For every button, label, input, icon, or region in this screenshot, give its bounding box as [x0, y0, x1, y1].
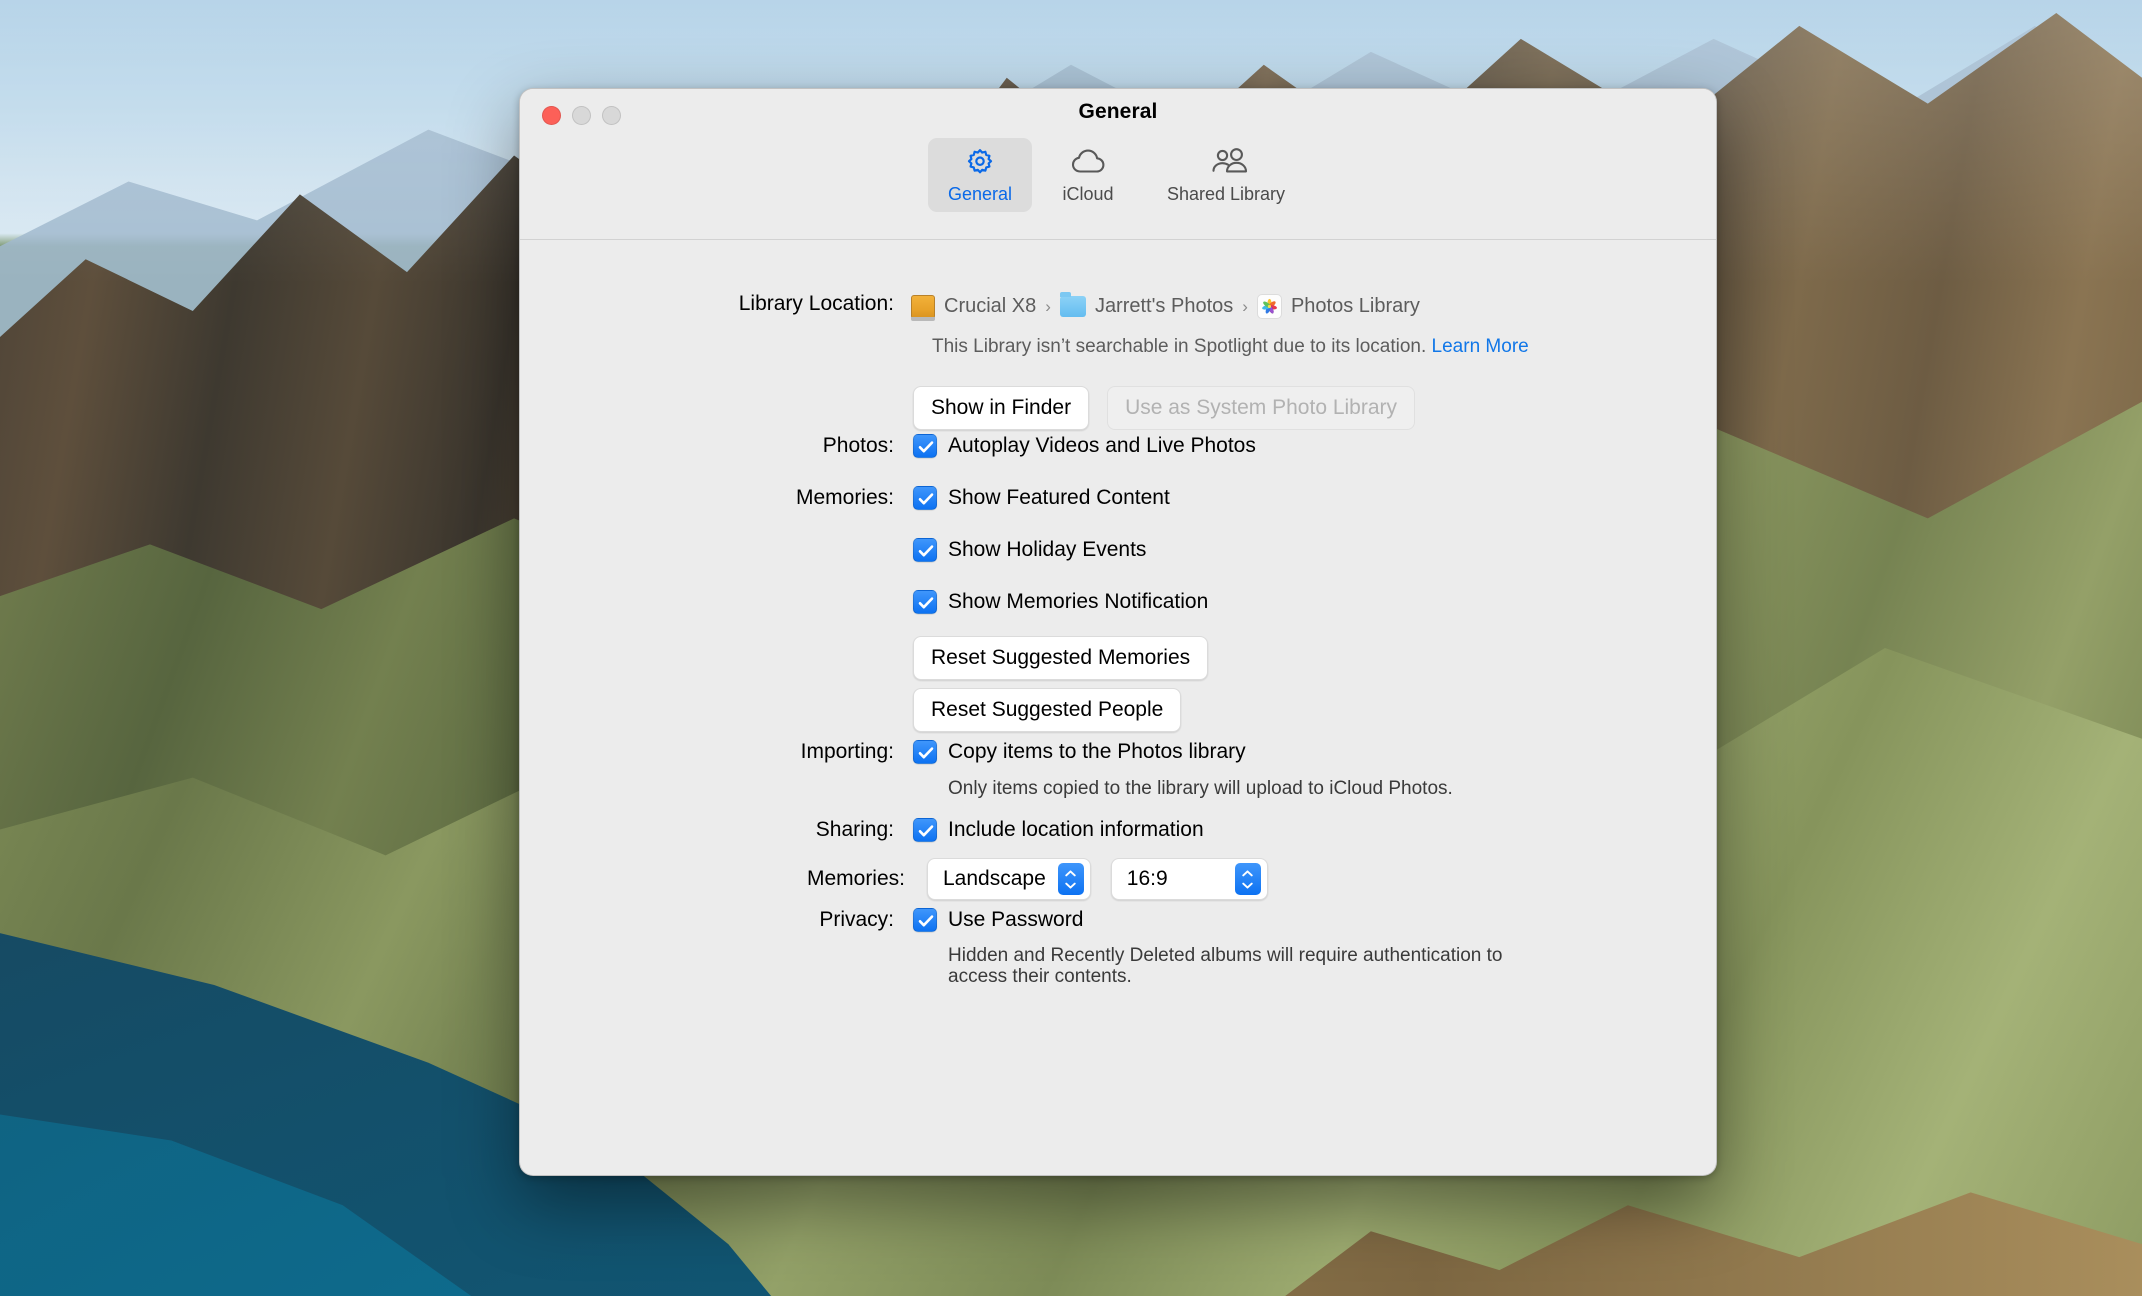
breadcrumb-drive-label: Crucial X8 [944, 295, 1037, 317]
show-featured-content-label: Show Featured Content [948, 486, 1170, 509]
library-location-breadcrumb[interactable]: Crucial X8 › Jarrett's Photos › Photos L… [911, 292, 1420, 321]
copy-items-row[interactable]: Copy items to the Photos library [913, 740, 1246, 764]
show-in-finder-button[interactable]: Show in Finder [913, 386, 1090, 430]
memories-orientation-value: Landscape [943, 867, 1046, 890]
use-password-label: Use Password [948, 908, 1084, 931]
breadcrumb-library-label: Photos Library [1290, 295, 1420, 317]
show-memories-notification-label: Show Memories Notification [948, 590, 1209, 613]
tab-icloud[interactable]: iCloud [1036, 138, 1140, 212]
spotlight-note-text: This Library isn’t searchable in Spotlig… [932, 336, 1427, 357]
autoplay-videos-row[interactable]: Autoplay Videos and Live Photos [913, 434, 1256, 458]
breadcrumb-item-library[interactable]: Photos Library [1256, 294, 1420, 319]
show-holiday-events-row[interactable]: Show Holiday Events [913, 538, 1146, 562]
show-featured-content-checkbox[interactable] [913, 486, 937, 510]
photos-preferences-window: General General iCloud Shared Library Li… [519, 88, 1717, 1176]
people-icon [1207, 146, 1248, 180]
preferences-content: Library Location: Crucial X8 › Jarrett's… [520, 240, 1716, 1175]
window-titlebar: General General iCloud Shared Library [520, 89, 1716, 240]
tab-general-label: General [947, 184, 1013, 204]
breadcrumb-item-folder[interactable]: Jarrett's Photos [1059, 292, 1234, 318]
reset-suggested-memories-button[interactable]: Reset Suggested Memories [913, 636, 1209, 680]
show-memories-notification-row[interactable]: Show Memories Notification [913, 590, 1208, 614]
memories-aspect-ratio-value: 16:9 [1126, 867, 1168, 890]
privacy-note-line-2: access their contents. [948, 966, 1132, 987]
importing-note: Only items copied to the library will up… [948, 778, 1453, 799]
window-title: General [1078, 100, 1158, 123]
memories-orientation-popup[interactable]: Landscape [927, 858, 1091, 900]
chevron-updown-icon [1234, 863, 1261, 895]
spotlight-note: This Library isn’t searchable in Spotlig… [932, 336, 1529, 358]
gear-icon [961, 146, 999, 180]
tab-icloud-label: iCloud [1062, 184, 1114, 204]
autoplay-videos-label: Autoplay Videos and Live Photos [948, 434, 1256, 457]
preferences-toolbar: General iCloud Shared Library [928, 138, 1308, 212]
include-location-row[interactable]: Include location information [913, 818, 1204, 842]
tab-shared-library-label: Shared Library [1166, 184, 1286, 204]
reset-suggested-memories-row: Reset Suggested Memories [913, 636, 1209, 680]
folder-icon [1059, 292, 1086, 317]
privacy-note-line-1: Hidden and Recently Deleted albums will … [948, 945, 1503, 966]
tab-general[interactable]: General [928, 138, 1032, 212]
autoplay-videos-checkbox[interactable] [913, 434, 937, 458]
include-location-checkbox[interactable] [913, 818, 937, 842]
use-as-system-photo-library-button[interactable]: Use as System Photo Library [1107, 386, 1416, 430]
reset-suggested-people-row: Reset Suggested People [913, 688, 1182, 732]
show-memories-notification-checkbox[interactable] [913, 590, 937, 614]
learn-more-link[interactable]: Learn More [1432, 336, 1529, 357]
desktop-wallpaper: General General iCloud Shared Library Li… [0, 0, 2142, 1296]
breadcrumb-folder-label: Jarrett's Photos [1094, 295, 1234, 317]
memories-label: Memories: [795, 486, 894, 509]
photos-label: Photos: [822, 434, 894, 457]
privacy-label: Privacy: [819, 908, 894, 931]
include-location-label: Include location information [948, 818, 1204, 841]
memories-aspect-ratio-popup[interactable]: 16:9 [1110, 858, 1268, 900]
photos-app-icon [1256, 294, 1282, 319]
show-holiday-events-label: Show Holiday Events [948, 538, 1147, 561]
tab-shared-library[interactable]: Shared Library [1144, 138, 1308, 212]
importing-label: Importing: [800, 740, 894, 763]
use-password-row[interactable]: Use Password [913, 908, 1083, 932]
breadcrumb-separator-1: › [1045, 296, 1051, 316]
sharing-memories-row: Memories: Landscape 16:9 [700, 858, 1268, 900]
sharing-memories-label: Memories: [806, 867, 905, 890]
breadcrumb-separator-2: › [1242, 296, 1248, 316]
copy-items-checkbox[interactable] [913, 740, 937, 764]
library-buttons-row: Show in Finder Use as System Photo Libra… [913, 386, 1416, 430]
breadcrumb-item-drive[interactable]: Crucial X8 [911, 294, 1037, 321]
cloud-icon [1069, 146, 1107, 180]
copy-items-label: Copy items to the Photos library [948, 740, 1246, 763]
external-drive-icon [911, 294, 935, 321]
show-holiday-events-checkbox[interactable] [913, 538, 937, 562]
reset-suggested-people-button[interactable]: Reset Suggested People [913, 688, 1182, 732]
sharing-label: Sharing: [815, 818, 894, 841]
show-featured-content-row[interactable]: Show Featured Content [913, 486, 1170, 510]
library-location-label: Library Location: [738, 292, 894, 315]
use-password-checkbox[interactable] [913, 908, 937, 932]
chevron-updown-icon [1057, 863, 1084, 895]
